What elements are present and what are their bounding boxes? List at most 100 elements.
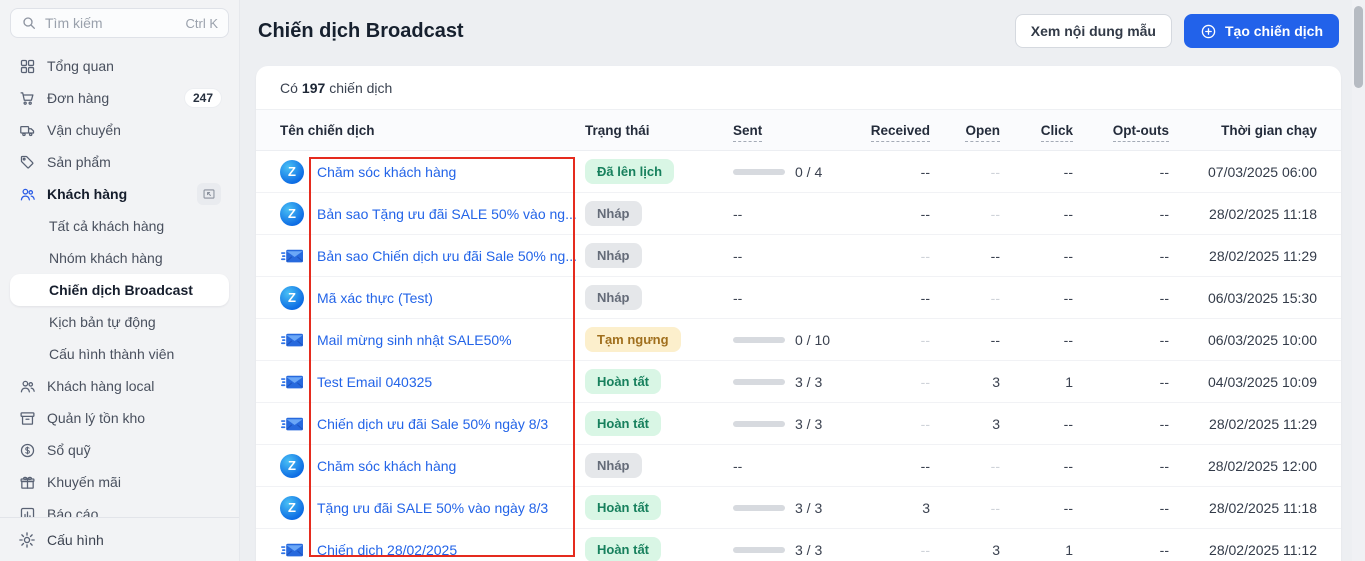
status-cell: Hoàn tất (585, 495, 725, 520)
table-row[interactable]: Z Bản sao Tặng ưu đãi SALE 50% vào ng...… (256, 193, 1341, 235)
sidebar-item-kich-ban-tu-dong[interactable]: Kịch bản tự động (10, 306, 229, 338)
campaign-name-link[interactable]: Bản sao Tặng ưu đãi SALE 50% vào ng... (317, 206, 577, 222)
table-row[interactable]: Mail mừng sinh nhật SALE50% Tạm ngưng 0 … (256, 319, 1341, 361)
sidebar-item-khuyen-mai[interactable]: Khuyến mãi (10, 466, 229, 498)
campaign-name-link[interactable]: Bản sao Chiến dịch ưu đãi Sale 50% ng... (317, 248, 577, 264)
sidebar-item-label: Khách hàng local (47, 378, 221, 394)
status-cell: Hoàn tất (585, 369, 725, 394)
metric-click: -- (1000, 458, 1073, 474)
metric-received: -- (870, 458, 930, 474)
sidebar-item-label: Cấu hình thành viên (49, 346, 174, 362)
sidebar-item-label: Cấu hình (47, 532, 104, 548)
column-header-status: Trạng thái (585, 123, 725, 138)
sidebar-item-cau-hinh-thanh-vien[interactable]: Cấu hình thành viên (10, 338, 229, 370)
run-time: 06/03/2025 15:30 (1169, 290, 1317, 306)
zalo-icon: Z (280, 286, 304, 310)
column-header-sent[interactable]: Sent (725, 123, 870, 138)
scrollbar-track[interactable] (1352, 0, 1365, 561)
sidebar-item-label: Tổng quan (47, 58, 221, 74)
sidebar-item-khach-hang-local[interactable]: Khách hàng local (10, 370, 229, 402)
sidebar-menu: Tổng quan Đơn hàng 247 Vận chuyển Sản ph… (10, 50, 229, 530)
search-icon (21, 15, 37, 31)
campaign-name-cell: Bản sao Chiến dịch ưu đãi Sale 50% ng... (280, 244, 585, 268)
table-row[interactable]: Z Mã xác thực (Test) Nháp -- -- -- -- --… (256, 277, 1341, 319)
sidebar-item-so-quy[interactable]: Sổ quỹ (10, 434, 229, 466)
status-badge: Hoàn tất (585, 495, 661, 520)
scrollbar-thumb[interactable] (1354, 6, 1363, 88)
sidebar-item-quan-ly-ton-kho[interactable]: Quản lý tồn kho (10, 402, 229, 434)
summary-suffix: chiến dịch (329, 80, 392, 96)
table-header-row: Tên chiến dịch Trạng thái Sent Received … (256, 110, 1341, 151)
table-row[interactable]: Bản sao Chiến dịch ưu đãi Sale 50% ng...… (256, 235, 1341, 277)
metric-optouts: -- (1073, 416, 1169, 432)
run-time: 28/02/2025 12:00 (1169, 458, 1317, 474)
table-row[interactable]: Z Chăm sóc khách hàng Đã lên lịch 0 / 4 … (256, 151, 1341, 193)
campaign-name-cell: Mail mừng sinh nhật SALE50% (280, 328, 585, 352)
sidebar-item-don-hang[interactable]: Đơn hàng 247 (10, 82, 229, 114)
metric-click: 1 (1000, 374, 1073, 390)
campaign-name-link[interactable]: Chăm sóc khách hàng (317, 458, 456, 474)
sidebar-item-tat-ca-khach-hang[interactable]: Tất cả khách hàng (10, 210, 229, 242)
sidebar-item-van-chuyen[interactable]: Vận chuyển (10, 114, 229, 146)
sent-cell: 3 / 3 (725, 542, 870, 558)
metric-click: 1 (1000, 542, 1073, 558)
table-row[interactable]: Chiến dịch 28/02/2025 Hoàn tất 3 / 3 -- … (256, 529, 1341, 561)
gift-icon (18, 473, 36, 491)
campaign-name-link[interactable]: Tặng ưu đãi SALE 50% vào ngày 8/3 (317, 500, 548, 516)
metric-open: -- (930, 500, 1000, 516)
create-campaign-button[interactable]: Tạo chiến dịch (1184, 14, 1339, 48)
campaign-name-link[interactable]: Mã xác thực (Test) (317, 290, 433, 306)
sent-cell: -- (725, 290, 870, 306)
campaign-name-link[interactable]: Chiến dịch 28/02/2025 (317, 542, 457, 558)
run-time: 07/03/2025 06:00 (1169, 164, 1317, 180)
sidebar-item-cau-hinh[interactable]: Cấu hình (0, 517, 239, 561)
campaign-name-link[interactable]: Test Email 040325 (317, 374, 432, 390)
zalo-icon: Z (280, 160, 304, 184)
sent-value: 3 / 3 (795, 416, 822, 432)
status-cell: Nháp (585, 201, 725, 226)
sent-cell: 0 / 10 (725, 332, 870, 348)
zalo-icon: Z (280, 202, 304, 226)
campaign-count-summary: Có 197 chiến dịch (256, 66, 1341, 110)
page-title: Chiến dịch Broadcast (258, 20, 1003, 43)
create-campaign-label: Tạo chiến dịch (1225, 23, 1323, 39)
sent-value: 3 / 3 (795, 542, 822, 558)
metric-received: -- (870, 416, 930, 432)
metric-open: 3 (930, 542, 1000, 558)
column-header-optouts[interactable]: Opt-outs (1073, 123, 1169, 138)
status-badge: Nháp (585, 201, 642, 226)
search-placeholder: Tìm kiếm (45, 15, 178, 31)
table-row[interactable]: Test Email 040325 Hoàn tất 3 / 3 -- 3 1 … (256, 361, 1341, 403)
table-row[interactable]: Z Tặng ưu đãi SALE 50% vào ngày 8/3 Hoàn… (256, 487, 1341, 529)
campaign-name-cell: Z Tặng ưu đãi SALE 50% vào ngày 8/3 (280, 496, 585, 520)
sidebar: Tìm kiếm Ctrl K Tổng quan Đơn hàng 247 V… (0, 0, 240, 561)
run-time: 06/03/2025 10:00 (1169, 332, 1317, 348)
status-cell: Tạm ngưng (585, 327, 725, 352)
sidebar-item-tong-quan[interactable]: Tổng quan (10, 50, 229, 82)
table-row[interactable]: Chiến dịch ưu đãi Sale 50% ngày 8/3 Hoàn… (256, 403, 1341, 445)
column-header-click[interactable]: Click (1000, 123, 1073, 138)
sidebar-item-label: Tất cả khách hàng (49, 218, 164, 234)
campaign-name-cell: Chiến dịch ưu đãi Sale 50% ngày 8/3 (280, 412, 585, 436)
metric-open: -- (930, 164, 1000, 180)
email-icon (280, 538, 304, 561)
sent-value: -- (733, 290, 742, 306)
sidebar-item-nhom-khach-hang[interactable]: Nhóm khách hàng (10, 242, 229, 274)
run-time: 28/02/2025 11:18 (1169, 206, 1317, 222)
metric-click: -- (1000, 416, 1073, 432)
campaign-name-link[interactable]: Chăm sóc khách hàng (317, 164, 456, 180)
search-input[interactable]: Tìm kiếm Ctrl K (10, 8, 229, 38)
run-time: 28/02/2025 11:29 (1169, 416, 1317, 432)
metric-optouts: -- (1073, 332, 1169, 348)
column-header-received[interactable]: Received (870, 123, 930, 138)
sidebar-item-san-pham[interactable]: Sản phẩm (10, 146, 229, 178)
sidebar-item-chien-dich-broadcast[interactable]: Chiến dịch Broadcast (10, 274, 229, 306)
campaign-name-link[interactable]: Mail mừng sinh nhật SALE50% (317, 332, 512, 348)
users-icon (18, 377, 36, 395)
campaign-name-link[interactable]: Chiến dịch ưu đãi Sale 50% ngày 8/3 (317, 416, 548, 432)
table-row[interactable]: Z Chăm sóc khách hàng Nháp -- -- -- -- -… (256, 445, 1341, 487)
sidebar-item-khach-hang[interactable]: Khách hàng (10, 178, 229, 210)
open-panel-icon[interactable] (197, 183, 221, 205)
column-header-open[interactable]: Open (930, 123, 1000, 138)
view-sample-content-button[interactable]: Xem nội dung mẫu (1015, 14, 1172, 48)
